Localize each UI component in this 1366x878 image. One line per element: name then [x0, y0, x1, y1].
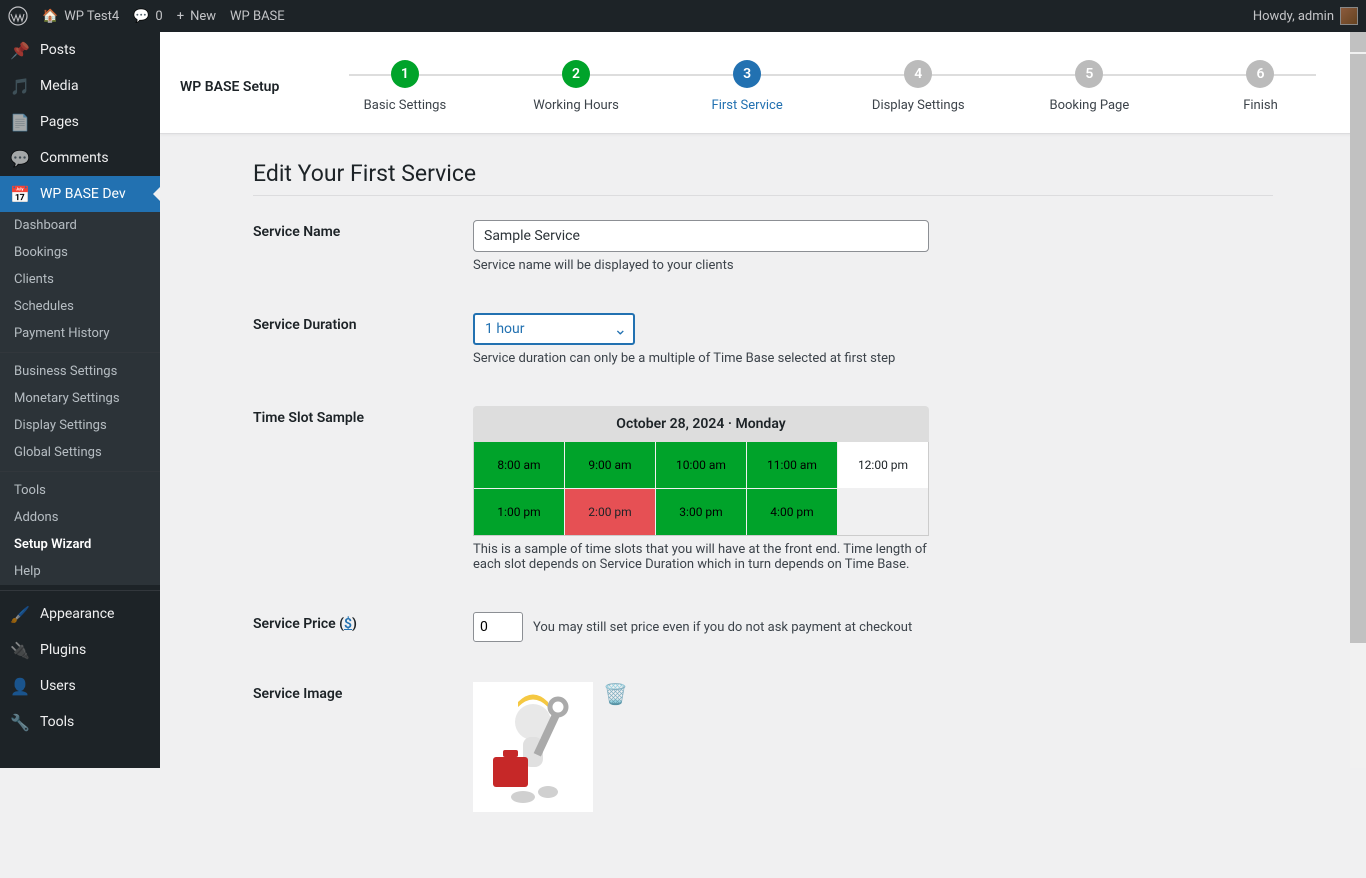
submenu-display-settings[interactable]: Display Settings	[0, 412, 160, 439]
howdy-text: Howdy, admin	[1253, 9, 1334, 24]
menu-plugins[interactable]: 🔌Plugins	[0, 632, 160, 668]
divider	[253, 195, 1273, 196]
step-6-circle: 6	[1246, 60, 1274, 88]
menu-pages[interactable]: 📄Pages	[0, 104, 160, 140]
slot-100pm[interactable]: 1:00 pm	[474, 489, 564, 535]
plus-icon: +	[177, 9, 184, 24]
step-5-circle: 5	[1075, 60, 1103, 88]
submenu-payment-history[interactable]: Payment History	[0, 320, 160, 347]
home-icon: 🏠	[42, 9, 58, 24]
chat-icon: 💬	[10, 148, 30, 168]
submenu-dashboard[interactable]: Dashboard	[0, 212, 160, 239]
wpbase-label: WP BASE	[230, 9, 285, 24]
submenu-schedules[interactable]: Schedules	[0, 293, 160, 320]
slot-1100am[interactable]: 11:00 am	[747, 442, 837, 488]
submenu-global-settings[interactable]: Global Settings	[0, 439, 160, 466]
timeslot-sample: October 28, 2024 · Monday 8:00 am 9:00 a…	[473, 406, 929, 536]
step-3-circle: 3	[733, 60, 761, 88]
submenu-business-settings[interactable]: Business Settings	[0, 358, 160, 385]
admin-sidebar: 📌Posts 🎵Media 📄Pages 💬Comments 📅WP BASE …	[0, 32, 160, 768]
service-image[interactable]	[473, 682, 593, 812]
step-5-label: Booking Page	[1049, 98, 1129, 113]
avatar	[1340, 7, 1358, 25]
timeslot-help: This is a sample of time slots that you …	[473, 542, 929, 572]
scrollbar[interactable]	[1350, 32, 1366, 768]
price-label: Service Price ($)	[253, 612, 473, 642]
slot-400pm[interactable]: 4:00 pm	[747, 489, 837, 535]
new-label: New	[190, 9, 216, 24]
step-2-label: Working Hours	[533, 98, 619, 113]
timeslot-date: October 28, 2024 · Monday	[473, 406, 929, 442]
step-1-label: Basic Settings	[364, 98, 447, 113]
submenu-bookings[interactable]: Bookings	[0, 239, 160, 266]
comments-bubble[interactable]: 💬 0	[133, 9, 163, 24]
timeslot-label: Time Slot Sample	[253, 406, 473, 572]
submenu-clients[interactable]: Clients	[0, 266, 160, 293]
slot-1000am[interactable]: 10:00 am	[656, 442, 746, 488]
step-4-label: Display Settings	[872, 98, 965, 113]
menu-appearance[interactable]: 🖌️Appearance	[0, 596, 160, 632]
delete-image-icon[interactable]: 🗑️	[603, 682, 628, 706]
step-6-label: Finish	[1243, 98, 1278, 113]
image-label: Service Image	[253, 682, 473, 812]
step-4-circle: 4	[904, 60, 932, 88]
service-name-label: Service Name	[253, 220, 473, 273]
submenu-help[interactable]: Help	[0, 558, 160, 585]
submenu-addons[interactable]: Addons	[0, 504, 160, 531]
comment-count: 0	[155, 9, 162, 24]
site-name[interactable]: 🏠 WP Test4	[42, 9, 119, 24]
submenu-monetary-settings[interactable]: Monetary Settings	[0, 385, 160, 412]
currency-link[interactable]: $	[344, 616, 352, 632]
menu-comments[interactable]: 💬Comments	[0, 140, 160, 176]
duration-help: Service duration can only be a multiple …	[473, 351, 1273, 366]
slot-900am[interactable]: 9:00 am	[565, 442, 655, 488]
howdy-user[interactable]: Howdy, admin	[1253, 7, 1358, 25]
site-name-text: WP Test4	[64, 9, 119, 24]
step-6[interactable]: 6 Finish	[1175, 60, 1346, 113]
wrench-icon: 🔧	[10, 712, 30, 732]
menu-posts[interactable]: 📌Posts	[0, 32, 160, 68]
page-icon: 📄	[10, 112, 30, 132]
step-2-circle: 2	[562, 60, 590, 88]
duration-label: Service Duration	[253, 313, 473, 366]
calendar-icon: 📅	[10, 184, 30, 204]
user-icon: 👤	[10, 676, 30, 696]
step-1-circle: 1	[391, 60, 419, 88]
media-icon: 🎵	[10, 76, 30, 96]
slot-300pm[interactable]: 3:00 pm	[656, 489, 746, 535]
comment-icon: 💬	[133, 9, 149, 24]
service-name-input[interactable]	[473, 220, 929, 252]
menu-users[interactable]: 👤Users	[0, 668, 160, 704]
duration-select[interactable]: 1 hour	[473, 313, 635, 345]
pin-icon: 📌	[10, 40, 30, 60]
wpbase-link[interactable]: WP BASE	[230, 9, 285, 24]
new-content[interactable]: + New	[177, 9, 216, 24]
menu-wpbase[interactable]: 📅WP BASE Dev	[0, 176, 160, 212]
plug-icon: 🔌	[10, 640, 30, 660]
wizard-title: WP BASE Setup	[180, 79, 319, 95]
step-3-label: First Service	[712, 98, 783, 113]
step-4[interactable]: 4 Display Settings	[833, 60, 1004, 113]
price-help: You may still set price even if you do n…	[533, 620, 912, 635]
wizard-header: WP BASE Setup 1 Basic Settings 2 Working H…	[160, 32, 1366, 134]
page-title: Edit Your First Service	[253, 160, 1273, 187]
slot-200pm[interactable]: 2:00 pm	[565, 489, 655, 535]
step-3[interactable]: 3 First Service	[662, 60, 833, 113]
slot-800am[interactable]: 8:00 am	[474, 442, 564, 488]
step-5[interactable]: 5 Booking Page	[1004, 60, 1175, 113]
price-input[interactable]	[473, 612, 523, 642]
submenu-tools[interactable]: Tools	[0, 477, 160, 504]
step-2[interactable]: 2 Working Hours	[490, 60, 661, 113]
wp-logo[interactable]	[8, 6, 28, 26]
step-1[interactable]: 1 Basic Settings	[319, 60, 490, 113]
brush-icon: 🖌️	[10, 604, 30, 624]
menu-media[interactable]: 🎵Media	[0, 68, 160, 104]
slot-1200pm[interactable]: 12:00 pm	[838, 442, 928, 488]
menu-tools[interactable]: 🔧Tools	[0, 704, 160, 740]
service-name-help: Service name will be displayed to your c…	[473, 258, 1273, 273]
submenu-setup-wizard[interactable]: Setup Wizard	[0, 531, 160, 558]
